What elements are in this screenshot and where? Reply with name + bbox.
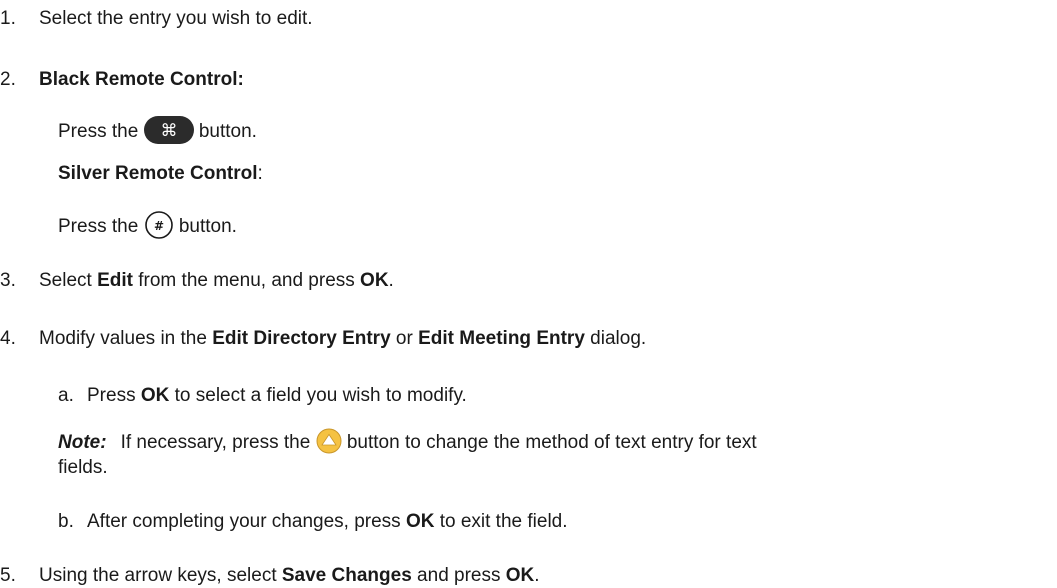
step-1: 1. Select the entry you wish to edit. [0,7,313,31]
silver-remote-instruction: Press the # button. [58,210,237,242]
step-2: 2. Black Remote Control: [0,68,244,92]
silver-remote-heading-line: Silver Remote Control: [58,163,263,184]
substep-label: a. [58,385,74,406]
svg-text:⌘: ⌘ [160,121,177,141]
step-number: 3. [0,270,16,291]
hash-key-icon: # [144,210,174,240]
step-number: 5. [0,565,16,586]
substep-a: a. Press OK to select a field you wish to… [58,385,467,406]
note-line-1: Note: If necessary, press the button to c… [58,428,757,456]
substep-label: b. [58,511,74,532]
substep-b: b. After completing your changes, press O… [58,511,568,532]
command-key-icon: ⌘ [143,116,194,144]
note-line-2: fields. [58,457,108,478]
step-3: 3. Select Edit from the menu, and press O… [0,270,394,291]
step-number: 2. [0,69,16,90]
step-5: 5. Using the arrow keys, select Save Chan… [0,565,540,586]
step-number: 1. [0,8,16,29]
yellow-up-arrow-icon [316,428,342,454]
step-number: 4. [0,328,16,349]
black-remote-instruction: Press the ⌘ button. [58,116,257,146]
step-4: 4. Modify values in the Edit Directory En… [0,328,647,349]
note-label: Note: [58,432,107,454]
black-remote-heading: Black Remote Control: [39,69,244,90]
step-text: Select the entry you wish to edit. [39,8,313,29]
silver-remote-heading: Silver Remote Control [58,163,258,184]
svg-text:#: # [154,219,164,233]
